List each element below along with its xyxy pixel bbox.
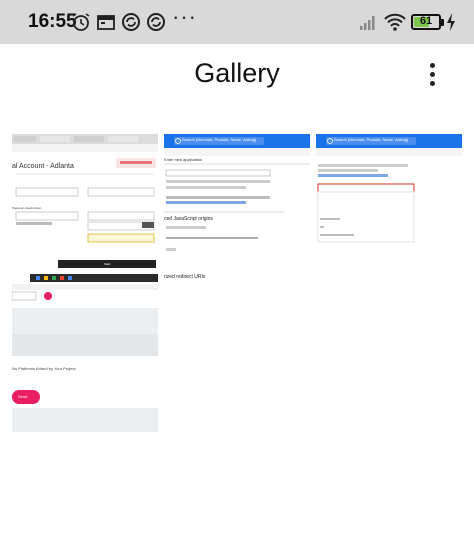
calendar-icon: [97, 15, 115, 30]
battery-icon: 61: [411, 14, 441, 30]
thumbnail-2-search: Search (Nummer, Produkt, Name, Antrag): [182, 137, 257, 142]
thumbnail-1-button: Start: [104, 262, 111, 266]
battery-percent: 61: [419, 15, 433, 27]
thumbnail-3-preview: [316, 134, 462, 243]
page-title: Gallery: [194, 58, 280, 88]
gallery-thumbnail-2[interactable]: Search (Nummer, Produkt, Name, Antrag) E…: [164, 134, 310, 284]
battery-tip: [441, 19, 444, 26]
thumbnail-2-subheading: Enter new application: [164, 157, 203, 162]
thumbnail-1-footer-text: No Platforms Added by Your Project: [12, 366, 76, 371]
thumbnail-2-section: ced JavaScript origins: [164, 216, 213, 222]
thumbnail-1-heading: al Account - Adlanta: [12, 163, 74, 170]
sync-icon: [122, 13, 140, 31]
signal-icon: [360, 16, 375, 30]
sync-icon: [147, 13, 165, 31]
gallery-thumbnail-1[interactable]: al Account - Adlanta Passwort wiederhole…: [12, 134, 158, 432]
more-vert-icon[interactable]: [418, 58, 446, 90]
gallery-thumbnail-3[interactable]: Search (Nummer, Produkt, Name, Antrag): [316, 134, 462, 244]
thumbnail-2-section2: rized redirect URIs: [164, 274, 206, 280]
wifi-icon: [384, 13, 406, 31]
charging-icon: [447, 13, 455, 31]
more-icon: ···: [172, 4, 197, 29]
status-time: 16:55: [28, 11, 77, 32]
thumbnail-1-pink-button: Send: [18, 394, 28, 399]
status-bar: 16:55 ··· 61: [0, 0, 474, 44]
alarm-icon: [72, 13, 90, 31]
thumbnail-1-field-label: Passwort wiederholen: [12, 206, 42, 210]
thumbnail-3-search: Search (Nummer, Produkt, Name, Antrag): [334, 137, 409, 142]
thumbnail-1-preview: [12, 134, 158, 432]
